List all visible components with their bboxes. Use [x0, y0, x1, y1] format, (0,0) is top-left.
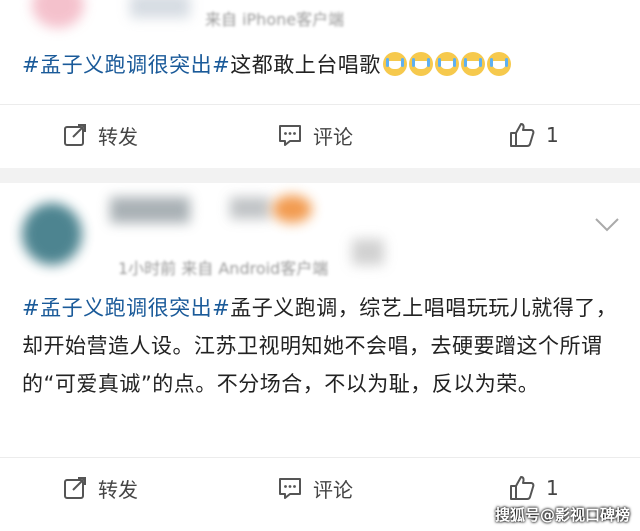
username-blur[interactable] — [110, 197, 190, 223]
post-content: #孟子义跑调很突出#这都敢上台唱歌 — [22, 46, 626, 84]
username-blur[interactable] — [272, 195, 312, 223]
repost-button[interactable]: 转发 — [62, 458, 138, 518]
avatar[interactable] — [32, 0, 84, 28]
emoji-crying-laugh-icon — [486, 52, 511, 76]
emoji-crying-laugh-icon — [382, 52, 407, 76]
hashtag-link[interactable]: #孟子义跑调很突出# — [22, 296, 230, 320]
hashtag-link[interactable]: #孟子义跑调很突出# — [22, 53, 230, 77]
comment-icon — [279, 125, 301, 146]
avatar[interactable] — [22, 203, 82, 265]
emoji-crying-laugh-icon — [460, 52, 485, 76]
post-time-source: 1小时前 来自 Android客户端 — [118, 259, 329, 278]
chevron-down-icon[interactable] — [594, 217, 620, 233]
emoji-crying-laugh-icon — [408, 52, 433, 76]
comment-button[interactable]: 评论 — [277, 105, 353, 165]
thumbs-up-icon — [510, 476, 535, 500]
repost-icon — [64, 477, 86, 499]
repost-label: 转发 — [98, 477, 138, 502]
action-bar: 转发 评论 1 — [0, 104, 640, 165]
post-card-1: 来自 iPhone客户端 #孟子义跑调很突出#这都敢上台唱歌 转发 评论 1 — [0, 0, 640, 168]
like-count: 1 — [546, 123, 559, 147]
like-count: 1 — [546, 476, 559, 500]
post-text: 这都敢上台唱歌 — [230, 53, 381, 77]
username-blur[interactable] — [130, 0, 190, 18]
watermark: 搜狐号@影视口碑榜 — [494, 506, 630, 524]
comment-label: 评论 — [313, 124, 353, 149]
comment-button[interactable]: 评论 — [277, 458, 353, 518]
like-button[interactable]: 1 — [508, 105, 559, 165]
post-card-2: 1小时前 来自 Android客户端 #孟子义跑调很突出#孟子义跑调，综艺上唱唱… — [0, 183, 640, 531]
badge-blur — [352, 239, 384, 265]
post-source: 来自 iPhone客户端 — [205, 10, 345, 29]
comment-icon — [279, 478, 301, 499]
repost-label: 转发 — [98, 124, 138, 149]
emoji-crying-laugh-icon — [434, 52, 459, 76]
comment-label: 评论 — [313, 477, 353, 502]
username-blur[interactable] — [230, 197, 270, 219]
post-content: #孟子义跑调很突出#孟子义跑调，综艺上唱唱玩玩儿就得了，却开始营造人设。江苏卫视… — [22, 289, 626, 403]
repost-icon — [64, 124, 86, 146]
repost-button[interactable]: 转发 — [62, 105, 138, 165]
thumbs-up-icon — [510, 123, 535, 147]
